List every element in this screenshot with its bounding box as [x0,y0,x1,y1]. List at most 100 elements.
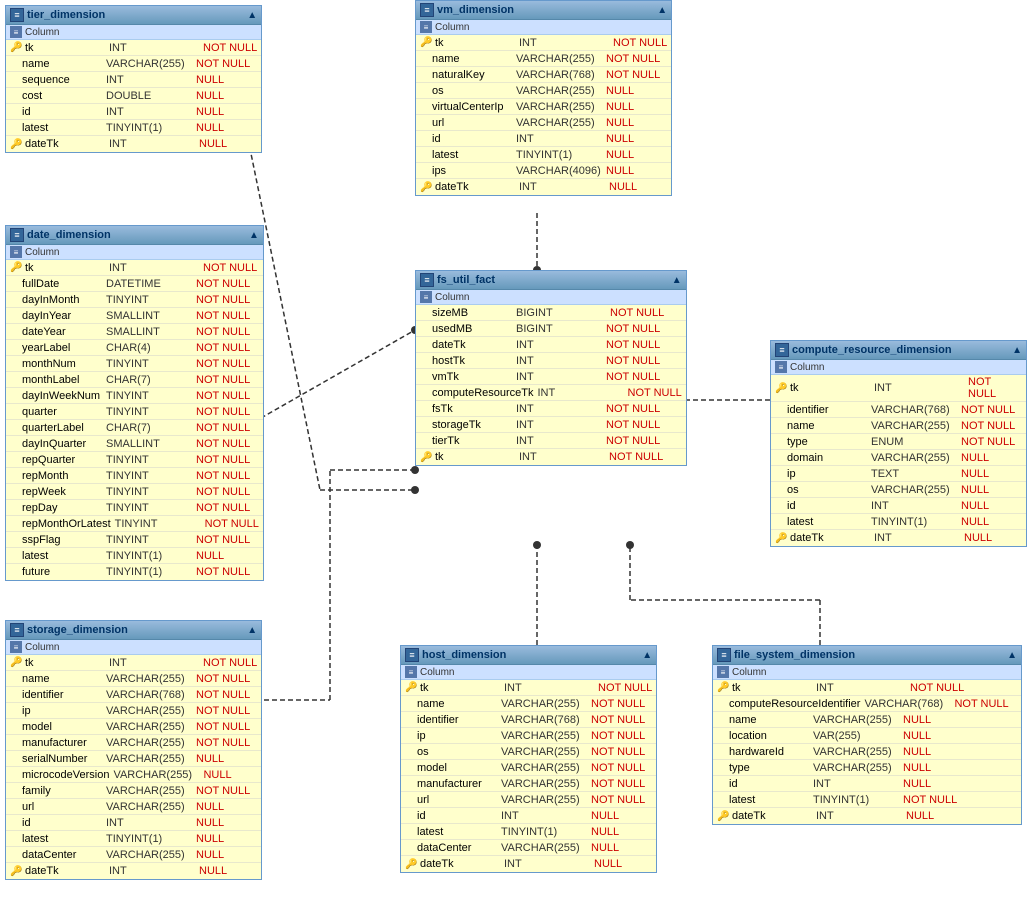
table-header-storage: storage_dimension ▲ [6,621,261,640]
table-row: dataCenterVARCHAR(255)NULL [6,847,261,863]
table-title-host: host_dimension [422,649,506,661]
col-section-filesystem: Column [713,665,1021,680]
table-host-dimension: host_dimension ▲ Column 🔑tkINTNOT NULL n… [400,645,657,873]
table-row: 🔑dateTkINTNULL [713,808,1021,824]
table-row: dayInMonthTINYINTNOT NULL [6,292,263,308]
table-row: typeENUMNOT NULL [771,434,1026,450]
table-row: vmTkINTNOT NULL [416,369,686,385]
table-row: futureTINYINT(1)NOT NULL [6,564,263,580]
table-icon-host [405,648,419,662]
table-row: urlVARCHAR(255)NULL [416,115,671,131]
table-row: identifierVARCHAR(768)NOT NULL [6,687,261,703]
col-section-icon-tier [10,26,22,38]
table-tier-dimension: tier_dimension ▲ Column 🔑 tk INT NOT NUL… [5,5,262,153]
db-canvas: tier_dimension ▲ Column 🔑 tk INT NOT NUL… [0,0,1027,915]
table-title-date: date_dimension [27,229,111,241]
table-row: osVARCHAR(255)NOT NULL [401,744,656,760]
table-row: 🔑tkINTNOT NULL [6,655,261,671]
table-row: ipTEXTNULL [771,466,1026,482]
table-row: urlVARCHAR(255)NOT NULL [401,792,656,808]
table-row: 🔑dateTkINTNULL [416,179,671,195]
col-section-fs: Column [416,290,686,305]
table-row: computeResourceTkINTNOT NULL [416,385,686,401]
collapse-icon-vm[interactable]: ▲ [657,5,667,16]
table-row: repWeekTINYINTNOT NULL [6,484,263,500]
table-title-tier: tier_dimension [27,9,105,21]
collapse-icon-filesystem[interactable]: ▲ [1007,650,1017,661]
table-row: storageTkINTNOT NULL [416,417,686,433]
table-row: typeVARCHAR(255)NULL [713,760,1021,776]
col-section-icon-vm [420,21,432,33]
table-row: latestTINYINT(1)NULL [416,147,671,163]
table-row: id INT NULL [6,104,261,120]
pk-icon: 🔑 [10,262,22,274]
table-row: serialNumberVARCHAR(255)NULL [6,751,261,767]
collapse-icon-compute[interactable]: ▲ [1012,345,1022,356]
table-title-fs: fs_util_fact [437,274,495,286]
table-row: 🔑tkINTNOT NULL [416,35,671,51]
table-row: 🔑dateTkINTNULL [6,863,261,879]
pk-icon: 🔑 [775,382,787,394]
pk-icon: 🔑 [717,682,729,694]
col-section-host: Column [401,665,656,680]
table-title-storage: storage_dimension [27,624,128,636]
table-row: 🔑 dateTk INT NULL [6,136,261,152]
table-row: virtualCenterIpVARCHAR(255)NULL [416,99,671,115]
table-row: latestTINYINT(1)NULL [6,548,263,564]
collapse-icon-host[interactable]: ▲ [642,650,652,661]
table-row: dataCenterVARCHAR(255)NULL [401,840,656,856]
col-section-icon-fs [420,291,432,303]
table-row: hardwareIdVARCHAR(255)NULL [713,744,1021,760]
table-row: 🔑dateTkINTNULL [771,530,1026,546]
pk-icon: 🔑 [405,682,417,694]
table-row: 🔑tkINTNOT NULL [771,375,1026,402]
table-row: idINTNULL [416,131,671,147]
col-section-vm: Column [416,20,671,35]
table-row: idINTNULL [6,815,261,831]
table-row: familyVARCHAR(255)NOT NULL [6,783,261,799]
table-storage-dimension: storage_dimension ▲ Column 🔑tkINTNOT NUL… [5,620,262,880]
table-row: domainVARCHAR(255)NULL [771,450,1026,466]
table-header-tier-dimension: tier_dimension ▲ [6,6,261,25]
col-section-date: Column [6,245,263,260]
table-row: fullDateDATETIMENOT NULL [6,276,263,292]
table-row: identifierVARCHAR(768)NOT NULL [771,402,1026,418]
table-file-system-dimension: file_system_dimension ▲ Column 🔑tkINTNOT… [712,645,1022,825]
table-header-vm: vm_dimension ▲ [416,1,671,20]
table-row: quarterTINYINTNOT NULL [6,404,263,420]
pk-icon: 🔑 [420,451,432,463]
table-header-compute: compute_resource_dimension ▲ [771,341,1026,360]
table-row: nameVARCHAR(255)NOT NULL [6,671,261,687]
table-header-fs: fs_util_fact ▲ [416,271,686,290]
table-row: 🔑dateTkINTNULL [401,856,656,872]
table-row: idINTNULL [771,498,1026,514]
collapse-icon-date[interactable]: ▲ [249,230,259,241]
table-row: ipVARCHAR(255)NOT NULL [401,728,656,744]
col-section-icon-filesystem [717,666,729,678]
table-row: locationVAR(255)NULL [713,728,1021,744]
table-row: dateYearSMALLINTNOT NULL [6,324,263,340]
table-row: dayInQuarterSMALLINTNOT NULL [6,436,263,452]
table-fs-util-fact: fs_util_fact ▲ Column sizeMBBIGINTNOT NU… [415,270,687,466]
col-section-compute: Column [771,360,1026,375]
table-row: name VARCHAR(255) NOT NULL [6,56,261,72]
table-icon-compute [775,343,789,357]
table-row: dateTkINTNOT NULL [416,337,686,353]
table-row: latestTINYINT(1)NULL [771,514,1026,530]
table-row: quarterLabelCHAR(7)NOT NULL [6,420,263,436]
table-row: 🔑tkINTNOT NULL [416,449,686,465]
pk-icon: 🔑 [717,810,729,822]
table-header-date: date_dimension ▲ [6,226,263,245]
collapse-icon-storage[interactable]: ▲ [247,625,257,636]
collapse-icon-tier[interactable]: ▲ [247,10,257,21]
col-section-icon-storage [10,641,22,653]
table-title-compute: compute_resource_dimension [792,344,952,356]
table-icon-tier [10,8,24,22]
table-row: usedMBBIGINTNOT NULL [416,321,686,337]
table-row: fsTkINTNOT NULL [416,401,686,417]
table-compute-resource: compute_resource_dimension ▲ Column 🔑tkI… [770,340,1027,547]
table-row: cost DOUBLE NULL [6,88,261,104]
collapse-icon-fs[interactable]: ▲ [672,275,682,286]
table-row: monthNumTINYINTNOT NULL [6,356,263,372]
table-row: nameVARCHAR(255)NOT NULL [416,51,671,67]
